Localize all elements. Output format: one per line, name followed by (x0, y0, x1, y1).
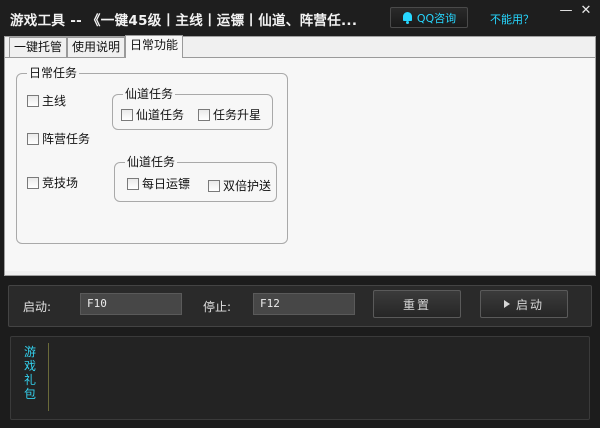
checkbox-box (27, 132, 39, 145)
gift-divider (48, 343, 49, 411)
stop-hotkey-label: 停止: (203, 300, 232, 314)
checkbox-box (27, 176, 39, 189)
arena-checkbox[interactable]: 竞技场 (27, 174, 78, 191)
checkbox-box (208, 179, 220, 192)
faction-task-checkbox[interactable]: 阵营任务 (27, 130, 90, 147)
checkbox-box (27, 94, 39, 107)
play-icon (503, 300, 510, 308)
main-quest-checkbox[interactable]: 主线 (27, 92, 66, 109)
task-star-up-checkbox[interactable]: 任务升星 (198, 106, 261, 123)
tab-one-click-hosting[interactable]: 一键托管 (9, 37, 68, 57)
reset-button[interactable]: 重置 (373, 290, 461, 318)
arena-label: 竞技场 (42, 176, 79, 190)
qq-consult-button[interactable]: QQ咨询 (390, 7, 468, 28)
daily-tasks-group: 日常任务 主线 阵营任务 竞技场 仙道任务 仙道任务 任务升星 仙道任务 每日运… (16, 65, 288, 244)
launch-button-label: 启动 (515, 297, 544, 312)
double-escort-label: 双倍护送 (223, 179, 272, 193)
tab-content-daily: 日常任务 主线 阵营任务 竞技场 仙道任务 仙道任务 任务升星 仙道任务 每日运… (5, 57, 595, 271)
launch-button[interactable]: 启动 (480, 290, 568, 318)
hotkey-control-bar: 启动: F10 停止: F12 重置 启动 (8, 285, 592, 327)
checkbox-box (127, 177, 139, 190)
minimize-button[interactable]: — (556, 3, 576, 21)
stop-hotkey-field[interactable]: F12 (253, 293, 355, 315)
daily-escort-label: 每日运镖 (142, 177, 191, 191)
xiandao-group-2-title: 仙道任务 (125, 154, 178, 170)
daily-escort-checkbox[interactable]: 每日运镖 (127, 175, 190, 192)
xiandao-task-checkbox[interactable]: 仙道任务 (121, 106, 184, 123)
reset-button-label: 重置 (402, 297, 431, 312)
checkbox-box (198, 108, 210, 121)
checkbox-box (121, 108, 133, 121)
qq-icon (402, 11, 413, 24)
xiandao-group-1: 仙道任务 仙道任务 任务升星 (112, 86, 273, 130)
game-gift-label: 游戏礼包 (23, 345, 36, 401)
title-bar: 游戏工具 -- 《一键45级丨主线丨运镖丨仙道、阵营任... QQ咨询 不能用？… (0, 0, 600, 36)
daily-tasks-group-title: 日常任务 (27, 65, 80, 81)
task-star-up-label: 任务升星 (213, 108, 262, 122)
window-title: 游戏工具 -- 《一键45级丨主线丨运镖丨仙道、阵营任... (10, 13, 358, 29)
double-escort-checkbox[interactable]: 双倍护送 (208, 177, 271, 194)
close-button[interactable]: ✕ (576, 3, 596, 21)
faction-task-label: 阵营任务 (42, 132, 91, 146)
start-hotkey-label: 启动: (23, 300, 52, 314)
qq-consult-label: QQ咨询 (416, 11, 457, 25)
main-panel: 一键托管 使用说明 日常功能 日常任务 主线 阵营任务 竞技场 仙道任务 仙道任… (4, 35, 596, 276)
game-gift-panel: 游戏礼包 (10, 336, 590, 420)
xiandao-task-label: 仙道任务 (136, 108, 185, 122)
not-working-link[interactable]: 不能用？ (490, 11, 534, 27)
xiandao-group-1-title: 仙道任务 (123, 86, 176, 102)
tab-daily-functions[interactable]: 日常功能 (125, 35, 184, 58)
xiandao-group-2: 仙道任务 每日运镖 双倍护送 (114, 154, 277, 202)
main-quest-label: 主线 (42, 94, 67, 108)
start-hotkey-field[interactable]: F10 (80, 293, 182, 315)
tab-instructions[interactable]: 使用说明 (67, 37, 126, 57)
